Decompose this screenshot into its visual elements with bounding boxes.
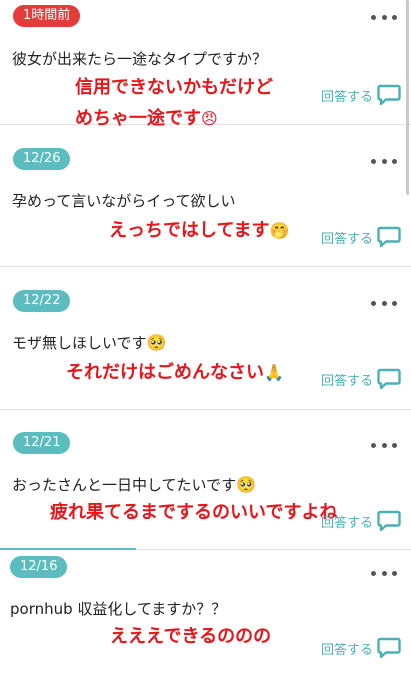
more-options-icon[interactable] <box>371 8 397 26</box>
answer-label: 回答する <box>320 642 373 658</box>
more-options-icon[interactable] <box>371 436 397 454</box>
answer-button[interactable]: 回答する <box>321 637 401 659</box>
answer-button[interactable]: 回答する <box>321 510 401 532</box>
post-card[interactable]: 12/26 孕めって言いながらイって欲しい えっちではしてます🤭 回答する <box>0 140 411 267</box>
answer-button[interactable]: 回答する <box>321 226 401 248</box>
reply-text: それだけはごめんなさい🙏 <box>66 358 284 384</box>
angry-face-icon: 😠 <box>201 109 218 128</box>
hand-over-mouth-icon: 🤭 <box>269 221 290 240</box>
question-line: おったさんと一日中してたいです <box>12 476 237 494</box>
reply-line: 信用できないかもだけど <box>75 77 273 98</box>
more-options-icon[interactable] <box>371 564 397 582</box>
reply-line: それだけはごめんなさい <box>66 362 264 383</box>
reply-text: めちゃ一途です😠 <box>75 104 218 130</box>
answer-button[interactable]: 回答する <box>321 368 401 390</box>
speech-bubble-icon <box>377 637 401 659</box>
reply-line: 疲れ果てるまでするのいいですよね <box>50 502 338 523</box>
reply-text: 疲れ果てるまでするのいいですよね <box>50 498 337 524</box>
pleading-face-icon: 🥺 <box>146 333 167 352</box>
question-text: おったさんと一日中してたいです🥺 <box>12 474 256 495</box>
question-line: モザ無しほしいです <box>12 334 147 352</box>
date-badge: 12/26 <box>13 148 71 170</box>
speech-bubble-icon <box>377 510 401 532</box>
speech-bubble-icon <box>377 368 401 390</box>
reply-line: えっちではしてます <box>109 220 270 241</box>
answer-label: 回答する <box>320 515 373 531</box>
speech-bubble-icon <box>377 84 401 106</box>
answer-label: 回答する <box>320 89 373 105</box>
pleading-face-icon: 🥺 <box>236 475 257 494</box>
date-badge: 12/21 <box>13 432 71 454</box>
question-text: 彼女が出来たら一途なタイプですか？ <box>12 50 268 68</box>
folded-hands-icon: 🙏 <box>264 363 284 382</box>
reply-line: えええできるののの <box>110 626 272 647</box>
time-badge: 1時間前 <box>13 5 81 27</box>
answer-label: 回答する <box>320 231 373 247</box>
post-card[interactable]: 12/21 おったさんと一日中してたいです🥺 疲れ果てるまでするのいいですよね … <box>0 424 411 550</box>
more-options-icon[interactable] <box>371 152 397 170</box>
reply-text: えっちではしてます🤭 <box>109 216 289 242</box>
post-card[interactable]: 1時間前 彼女が出来たら一途なタイプですか？ 信用できないかもだけど めちゃ一途… <box>0 0 411 129</box>
reply-text: えええできるののの <box>110 622 271 648</box>
reply-text: 信用できないかもだけど <box>75 73 273 99</box>
more-options-icon[interactable] <box>371 294 397 312</box>
reply-line: めちゃ一途です <box>75 108 201 129</box>
scrollbar[interactable] <box>406 0 409 195</box>
post-card[interactable]: 12/22 モザ無しほしいです🥺 それだけはごめんなさい🙏 回答する <box>0 282 411 410</box>
question-text: 孕めって言いながらイって欲しい <box>12 192 236 210</box>
speech-bubble-icon <box>377 226 401 248</box>
date-badge: 12/16 <box>10 556 68 578</box>
question-text: モザ無しほしいです🥺 <box>12 332 166 353</box>
question-text: pornhub 収益化してますか？？ <box>10 600 227 618</box>
answer-label: 回答する <box>320 373 373 389</box>
post-card[interactable]: 12/16 pornhub 収益化してますか？？ えええできるののの 回答する <box>0 552 411 680</box>
date-badge: 12/22 <box>13 290 71 312</box>
answer-button[interactable]: 回答する <box>321 84 401 106</box>
loading-progress-bar <box>0 548 136 550</box>
